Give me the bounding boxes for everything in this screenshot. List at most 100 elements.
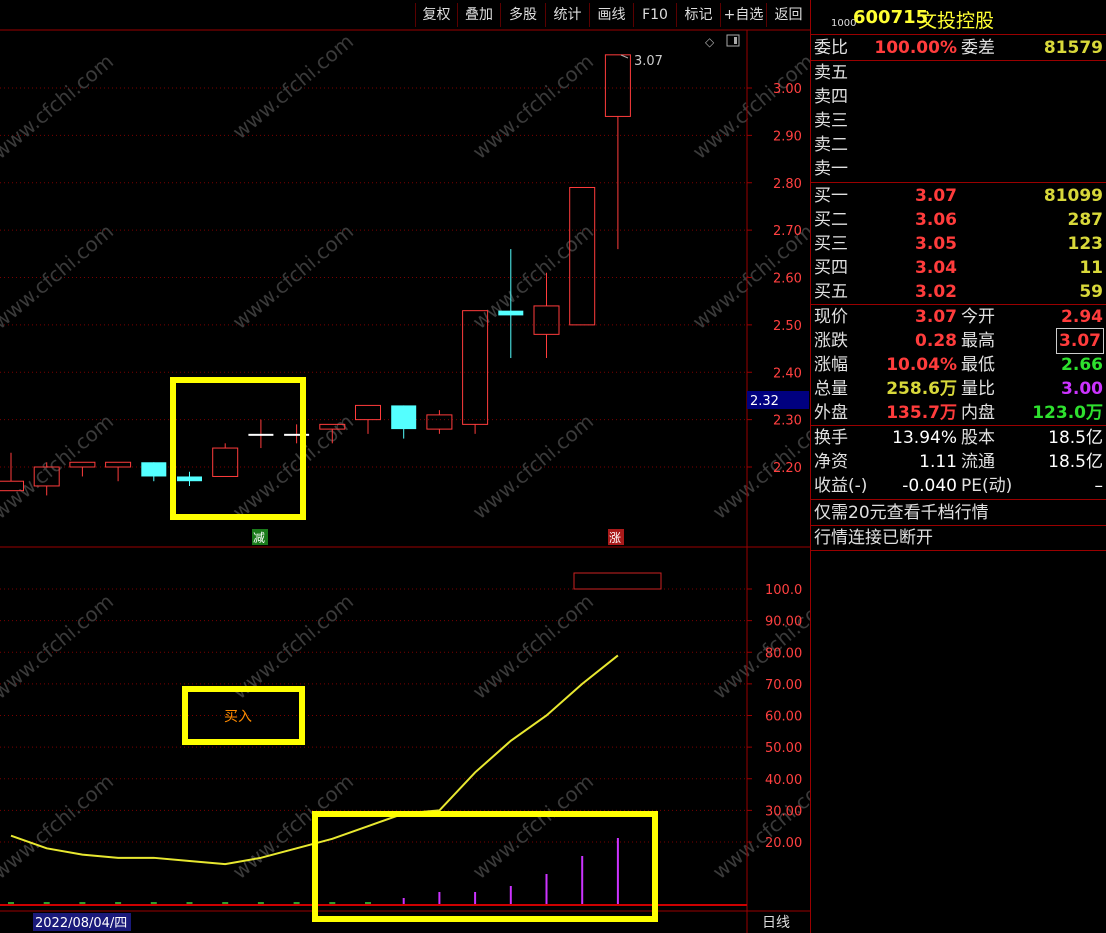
buy-level-2[interactable]: 买二 3.06 287 [811, 208, 1106, 232]
buy-price: 3.06 [915, 210, 957, 230]
divider [811, 34, 1106, 35]
buy-volume: 123 [1067, 234, 1104, 254]
toolbar-draw-line[interactable]: 画线 [589, 3, 633, 27]
candle-body [177, 476, 202, 482]
buy-volume: 11 [1079, 258, 1103, 278]
quote-value: 258.6万 [886, 379, 957, 399]
indicator-tick-label: 30.00 [765, 804, 802, 819]
price-tick-label: 2.90 [773, 129, 802, 144]
quote-row-pct: 涨幅 10.04% 最低 2.66 [811, 353, 1106, 377]
watermark-text: www.cfchi.com [0, 409, 118, 524]
toolbar-mark[interactable]: 标记 [676, 3, 720, 27]
quote-row-disk: 外盘 135.7万 内盘 123.0万 [811, 401, 1106, 425]
buy-level-3[interactable]: 买三 3.05 123 [811, 232, 1106, 256]
candle-body [498, 310, 524, 316]
finance-row-turnover: 换手 13.94% 股本 18.5亿 [811, 426, 1106, 450]
sell-label: 卖一 [814, 159, 848, 179]
quote-label: 最高 [961, 331, 995, 351]
high-price-label: 3.07 [634, 54, 663, 69]
date-label: 2022/08/04/四 [35, 916, 127, 931]
reduce-mark: 减 [253, 531, 265, 545]
sell-level-2[interactable]: 卖二 [811, 133, 1106, 157]
candle-body [105, 461, 132, 468]
quote-value: 135.7万 [886, 403, 957, 423]
quote-label: 涨幅 [814, 355, 848, 375]
price-tick-label: 2.20 [773, 461, 802, 476]
indicator-tick-label: 90.00 [765, 615, 802, 630]
watermark-text: www.cfchi.com [228, 769, 358, 884]
indicator-tick-label: 70.00 [765, 678, 802, 693]
rise-mark: 涨 [609, 530, 621, 545]
buy-price: 3.04 [915, 258, 957, 278]
quote-value: 3.07 [915, 307, 957, 327]
buy-level-4[interactable]: 买四 3.04 11 [811, 256, 1106, 280]
price-tick-label: 2.80 [773, 177, 802, 192]
toolbar-f10[interactable]: F10 [633, 3, 676, 27]
buy-signal-text: 买入 [224, 709, 252, 725]
indicator-tick-label: 20.00 [765, 836, 802, 851]
quote-label: 总量 [814, 379, 848, 399]
buy-level-5[interactable]: 买五 3.02 59 [811, 280, 1106, 304]
toolbar-statistics[interactable]: 统计 [545, 3, 589, 27]
watermark-text: www.cfchi.com [468, 769, 598, 884]
buy-price: 3.07 [915, 186, 957, 206]
toolbar-add-watchlist[interactable]: +自选 [720, 3, 766, 27]
indicator-tick-label: 50.00 [765, 741, 802, 756]
quote-value: 2.66 [1061, 355, 1103, 375]
candle-body [391, 405, 417, 430]
sell-label: 卖五 [814, 63, 848, 83]
kline-chart[interactable]: www.cfchi.com www.cfchi.com www.cfchi.com w… [0, 0, 810, 933]
finance-value: 18.5亿 [1048, 452, 1103, 472]
candle-body [533, 305, 560, 335]
quote-row-change: 涨跌 0.28 最高 3.07 [811, 328, 1106, 354]
buy-label: 买三 [814, 234, 848, 254]
quote-value: 2.94 [1061, 307, 1103, 327]
finance-value: 1.11 [919, 452, 957, 472]
quote-label: 最低 [961, 355, 995, 375]
quote-row-price: 现价 3.07 今开 2.94 [811, 305, 1106, 329]
buy-label: 买一 [814, 186, 848, 206]
notice-level2[interactable]: 仅需20元查看千档行情 [811, 501, 1106, 525]
candle-body [426, 414, 453, 430]
stock-name: 文投控股 [918, 10, 995, 32]
finance-label: 净资 [814, 452, 848, 472]
price-tick-label: 2.40 [773, 366, 802, 381]
finance-label: PE(动) [961, 476, 1013, 496]
period-label[interactable]: 日线 [762, 915, 790, 931]
sell-level-5[interactable]: 卖五 [811, 61, 1106, 85]
sell-level-3[interactable]: 卖三 [811, 109, 1106, 133]
price-tick-label: 2.70 [773, 224, 802, 239]
diamond-icon[interactable]: ◇ [705, 35, 715, 49]
sell-level-4[interactable]: 卖四 [811, 85, 1106, 109]
quote-label: 现价 [814, 307, 848, 327]
candle-body [212, 447, 239, 477]
watermark-text: www.cfchi.com [228, 29, 358, 144]
finance-value: 18.5亿 [1048, 428, 1103, 448]
ratio-row: 委比 100.00% 委差 81579 [811, 36, 1106, 60]
finance-value: 13.94% [892, 428, 957, 448]
price-tick-label: 2.50 [773, 319, 802, 334]
quote-row-volume: 总量 258.6万 量比 3.00 [811, 377, 1106, 401]
indicator-tick-label: 100.0 [765, 583, 802, 598]
indicator-tick-label: 60.00 [765, 710, 802, 725]
finance-label: 流通 [961, 452, 995, 472]
toolbar-back[interactable]: 返回 [766, 3, 810, 27]
buy-price: 3.02 [915, 282, 957, 302]
toolbar-overlay[interactable]: 叠加 [457, 3, 500, 27]
divider [811, 499, 1106, 500]
sell-label: 卖三 [814, 111, 848, 131]
quote-label: 涨跌 [814, 331, 848, 351]
toolbar-restore-right[interactable]: 复权 [415, 3, 457, 27]
price-tick-label: 2.30 [773, 414, 802, 429]
panel-toggle-icon[interactable] [726, 34, 740, 47]
notice-text[interactable]: 仅需20元查看千档行情 [814, 501, 989, 525]
notice-disconnected: 行情连接已断开 [811, 526, 1106, 550]
watermark-text: www.cfchi.com [228, 409, 358, 524]
notice-text: 行情连接已断开 [814, 528, 933, 548]
candle-body [141, 462, 167, 477]
candle-body [355, 404, 381, 421]
buy-level-1[interactable]: 买一 3.07 81099 [811, 184, 1106, 208]
sell-level-1[interactable]: 卖一 [811, 157, 1106, 181]
panel-toggle-icon-inner [734, 37, 737, 44]
toolbar-multi-stock[interactable]: 多股 [500, 3, 545, 27]
